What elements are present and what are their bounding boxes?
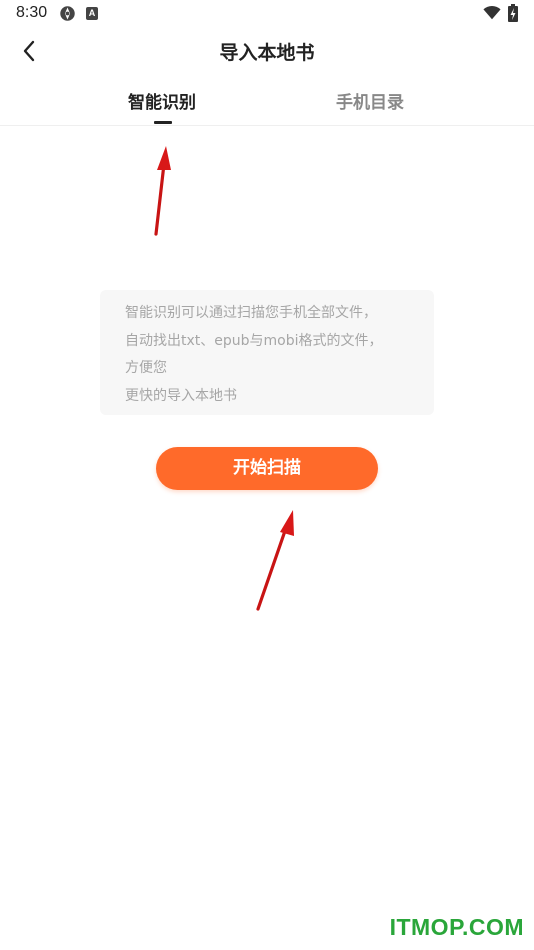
watermark: ITMOP.COM <box>389 914 524 940</box>
page-title: 导入本地书 <box>219 42 315 64</box>
a-badge-icon: A <box>86 7 98 20</box>
info-line: 自动找出txt、epub与mobi格式的文件， <box>125 332 383 349</box>
info-line: 方便您 <box>125 360 167 376</box>
wifi-icon <box>483 6 501 20</box>
divider <box>0 125 534 126</box>
arrow-to-tab-icon <box>154 146 171 236</box>
battery-charging-icon <box>508 4 518 22</box>
tab-phone-directory[interactable]: 手机目录 <box>336 88 404 113</box>
tab-smart-recognition[interactable]: 智能识别 <box>128 88 196 113</box>
info-box: 智能识别可以通过扫描您手机全部文件， 自动找出txt、epub与mobi格式的文… <box>100 290 434 415</box>
tab-indicator <box>154 121 172 124</box>
info-line: 智能识别可以通过扫描您手机全部文件， <box>125 305 377 321</box>
tab-bar: 智能识别 手机目录 <box>0 84 534 126</box>
screen: 8:30 A 导入本地书 智能识别 手机目录 智能识别可以通过扫描您手机全部文件… <box>0 0 534 950</box>
arrow-to-button-icon <box>256 510 294 611</box>
status-bar: 8:30 A <box>0 0 534 28</box>
settings-like-icon <box>60 6 75 21</box>
info-line: 更快的导入本地书 <box>125 387 237 404</box>
status-time: 8:30 <box>16 4 48 21</box>
start-scan-button[interactable]: 开始扫描 <box>156 447 378 490</box>
